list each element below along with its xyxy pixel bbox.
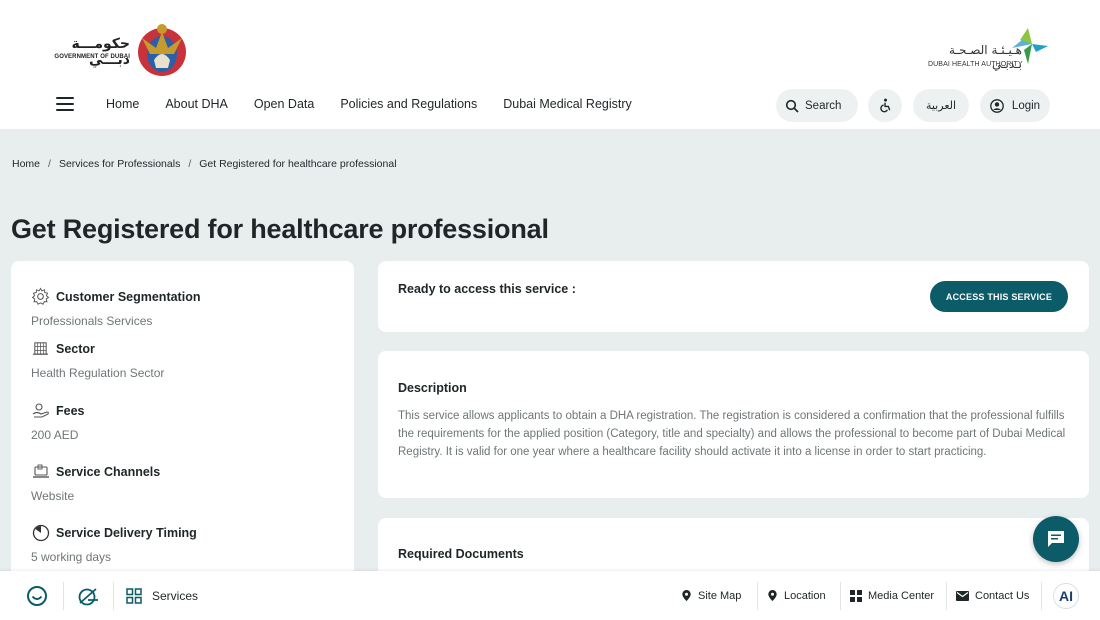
footer-contact-us[interactable]: Contact Us bbox=[956, 571, 1029, 620]
user-circle-icon bbox=[990, 98, 1004, 113]
description-title: Description bbox=[398, 381, 467, 395]
envelope-icon bbox=[956, 590, 969, 601]
services-label: Services bbox=[152, 588, 199, 603]
breadcrumb-services[interactable]: Services for Professionals bbox=[59, 158, 180, 170]
info-sector: Sector Health Regulation Sector bbox=[31, 339, 165, 381]
info-service-channels: Service Channels Website bbox=[31, 462, 160, 503]
info-delivery-timing: Service Delivery Timing 5 working days bbox=[31, 523, 197, 564]
hamburger-menu-icon[interactable] bbox=[56, 97, 74, 111]
footer-site-map[interactable]: Site Map bbox=[681, 571, 741, 620]
footer-bar: Services Site Map Location Media Center … bbox=[0, 571, 1100, 620]
footer-divider bbox=[63, 582, 64, 610]
nav-open-data[interactable]: Open Data bbox=[254, 97, 314, 111]
services-button[interactable]: Services bbox=[126, 571, 198, 620]
footer-divider bbox=[840, 582, 841, 610]
footer-media-center[interactable]: Media Center bbox=[850, 571, 934, 620]
nav-home[interactable]: Home bbox=[106, 97, 139, 111]
dha-logo[interactable]: هـيـئـة الصـحـة بـدبـي DUBAI HEALTH AUTH… bbox=[926, 26, 1052, 72]
service-info-card: Customer Segmentation Professionals Serv… bbox=[11, 261, 354, 581]
info-label: Sector bbox=[56, 341, 95, 356]
language-toggle[interactable]: العربية bbox=[913, 89, 969, 122]
nav-policies[interactable]: Policies and Regulations bbox=[340, 97, 477, 111]
breadcrumb: Home / Services for Professionals / Get … bbox=[12, 158, 397, 170]
wheelchair-icon bbox=[879, 98, 890, 113]
nav-medical-registry[interactable]: Dubai Medical Registry bbox=[503, 97, 632, 111]
main-nav: Home About DHA Open Data Policies and Re… bbox=[106, 97, 658, 111]
nav-about-dha[interactable]: About DHA bbox=[165, 97, 228, 111]
breadcrumb-separator: / bbox=[48, 158, 51, 170]
description-card: Description This service allows applican… bbox=[378, 351, 1089, 498]
breadcrumb-separator: / bbox=[188, 158, 192, 170]
required-documents-title: Required Documents bbox=[398, 547, 524, 561]
info-value: Website bbox=[31, 489, 75, 503]
info-label: Service Channels bbox=[56, 464, 161, 479]
page-title: Get Registered for healthcare profession… bbox=[11, 214, 549, 244]
info-label: Customer Segmentation bbox=[56, 289, 201, 304]
footer-location[interactable]: Location bbox=[767, 571, 826, 620]
building-icon bbox=[31, 339, 50, 358]
location-pin-icon bbox=[768, 590, 777, 601]
chat-bubble-icon bbox=[1048, 531, 1064, 547]
info-label: Fees bbox=[56, 403, 85, 418]
media-grid-icon bbox=[850, 589, 862, 602]
info-value: Professionals Services bbox=[31, 314, 153, 328]
footer-divider bbox=[113, 582, 114, 610]
footer-divider bbox=[1041, 582, 1042, 610]
chat-button[interactable] bbox=[1033, 516, 1079, 562]
smiley-feedback-icon[interactable] bbox=[26, 571, 48, 620]
clock-icon bbox=[31, 523, 50, 542]
happiness-meter-icon[interactable] bbox=[76, 571, 100, 620]
laptop-icon bbox=[31, 462, 50, 481]
government-of-dubai-logo[interactable]: حكومـــة دبـــي GOVERNMENT OF DUBAI bbox=[50, 18, 190, 78]
footer-link-label: Contact Us bbox=[975, 589, 1030, 602]
footer-divider bbox=[946, 582, 947, 610]
map-pin-icon bbox=[682, 590, 691, 601]
access-service-card: Ready to access this service : ACCESS TH… bbox=[378, 261, 1089, 332]
gear-icon bbox=[31, 287, 50, 306]
info-customer-segmentation: Customer Segmentation Professionals Serv… bbox=[31, 287, 200, 328]
search-label: Search bbox=[805, 99, 842, 112]
gov-logo-english: GOVERNMENT OF DUBAI bbox=[54, 54, 130, 60]
description-body: This service allows applicants to obtain… bbox=[398, 410, 1066, 458]
info-value: Health Regulation Sector bbox=[31, 366, 165, 380]
accessibility-button[interactable] bbox=[868, 89, 902, 122]
login-button[interactable]: Login bbox=[980, 89, 1050, 122]
login-label: Login bbox=[1011, 99, 1041, 112]
info-value: 200 AED bbox=[31, 428, 79, 442]
search-button[interactable]: Search bbox=[776, 89, 858, 122]
ai-label: AI bbox=[1054, 584, 1078, 608]
falcon-emblem-icon bbox=[138, 24, 186, 76]
footer-link-label: Media Center bbox=[868, 589, 935, 602]
info-value: 5 working days bbox=[31, 550, 112, 564]
footer-link-label: Site Map bbox=[698, 589, 742, 602]
dha-star-icon bbox=[1012, 28, 1048, 64]
breadcrumb-home[interactable]: Home bbox=[12, 158, 40, 170]
access-service-button[interactable]: ACCESS THIS SERVICE bbox=[930, 281, 1068, 312]
ai-assistant-button[interactable]: AI bbox=[1054, 571, 1078, 620]
breadcrumb-current: Get Registered for healthcare profession… bbox=[199, 158, 397, 170]
footer-divider bbox=[757, 582, 758, 610]
gov-logo-arabic: حكومـــة دبـــي bbox=[71, 36, 130, 68]
ready-label: Ready to access this service : bbox=[398, 282, 576, 296]
grid-icon bbox=[126, 587, 142, 604]
info-label: Service Delivery Timing bbox=[56, 525, 197, 540]
info-fees: Fees 200 AED bbox=[31, 401, 85, 442]
hand-coin-icon bbox=[31, 401, 50, 420]
site-header: حكومـــة دبـــي GOVERNMENT OF DUBAI هـيـ… bbox=[0, 0, 1100, 129]
footer-link-label: Location bbox=[784, 589, 826, 602]
search-icon bbox=[785, 99, 799, 113]
